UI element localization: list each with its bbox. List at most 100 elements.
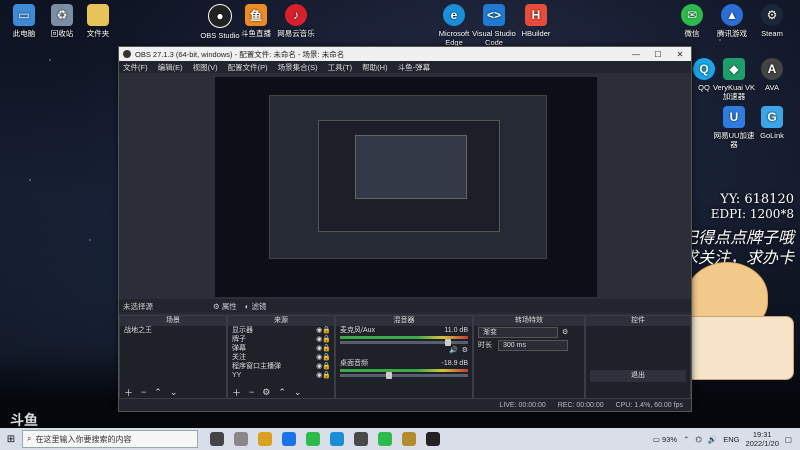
edpi-overlay: EDPI: 1200*8 (710, 207, 794, 221)
system-tray: ▭ 93% ⌃ ⌬ 🔊 ENG 19:31 2022/1/20 ▢ (653, 430, 800, 448)
remove-icon[interactable]: − (141, 387, 146, 397)
desktop-icon-netease-music[interactable]: ♪ 网易云音乐 (272, 4, 320, 38)
transition-header: 转场特效 (474, 316, 584, 326)
mixer-dock: 混音器 麦克风/Aux 11.0 dB 🔊 ⚙ 桌面音频 -18.9 dB (335, 315, 473, 399)
menu-edit[interactable]: 编辑(E) (158, 62, 183, 73)
duration-input[interactable]: 300 ms (498, 340, 568, 351)
netease-music-icon: ♪ (285, 4, 307, 26)
mixer-channel-desktop: 桌面音频 -18.9 dB (340, 360, 468, 367)
taskbar-search[interactable]: ⌕ 在这里输入你要搜索的内容 (22, 430, 198, 448)
eye-icon[interactable]: ◉🔒 (316, 362, 331, 371)
obs-app-icon (123, 50, 131, 58)
minimize-icon[interactable]: — (625, 50, 647, 59)
eye-icon[interactable]: ◉🔒 (316, 344, 331, 353)
source-item[interactable]: 弹幕 ◉🔒 (228, 344, 334, 353)
volume-icon[interactable]: 🔊 (708, 435, 717, 444)
menu-help[interactable]: 帮助(H) (362, 62, 387, 73)
move-up-icon[interactable]: ⌃ (278, 387, 286, 398)
nested-preview-1 (269, 95, 547, 259)
eye-icon[interactable]: ◉🔒 (316, 353, 331, 362)
taskbar-apps (210, 432, 440, 446)
game-icon: ▲ (721, 4, 743, 26)
eye-icon[interactable]: ◉🔒 (316, 326, 331, 335)
eye-icon[interactable]: ◉🔒 (316, 335, 331, 344)
properties-button[interactable]: ⚙ 属性 (213, 301, 237, 312)
obs-preview[interactable] (215, 77, 597, 297)
desktop-icon-ava[interactable]: A AVA (748, 58, 796, 92)
wechat-taskbar-icon[interactable] (378, 432, 392, 446)
obs-titlebar[interactable]: OBS 27.1.3 (64-bit, windows) - 配置文件: 未命名… (119, 47, 691, 61)
menu-tools[interactable]: 工具(T) (328, 62, 353, 73)
menu-file[interactable]: 文件(F) (123, 62, 148, 73)
source-item[interactable]: 程序窗口主播弹 ◉🔒 (228, 362, 334, 371)
add-icon[interactable]: ＋ (232, 386, 241, 399)
no-source-selected: 未选择源 (123, 301, 153, 311)
sources-dock: 来源 显示器 ◉🔒 牌子 ◉🔒 弹幕 ◉🔒 关注 ◉🔒 程序窗口主播弹 ◉🔒 YY ◉🔒 ＋… (227, 315, 335, 399)
menu-profile[interactable]: 配置文件(P) (228, 62, 268, 73)
desktop-icon-steam[interactable]: ⚙ Steam (748, 4, 796, 38)
duration-label: 时长 (478, 342, 492, 349)
maximize-icon[interactable]: ☐ (647, 50, 669, 59)
obs-taskbar-icon[interactable] (426, 432, 440, 446)
add-icon[interactable]: ＋ (124, 386, 133, 399)
steam-icon: ⚙ (761, 4, 783, 26)
notification-icon[interactable]: ▢ (785, 435, 792, 444)
desktop-volume-slider[interactable] (340, 372, 468, 379)
move-down-icon[interactable]: ⌄ (294, 387, 302, 398)
source-item[interactable]: 关注 ◉🔒 (228, 353, 334, 362)
eye-icon[interactable]: ◉🔒 (316, 371, 331, 380)
desktop-icon-folder[interactable]: 文件夹 (74, 4, 122, 38)
remove-icon[interactable]: − (249, 387, 254, 397)
gear-icon[interactable]: ⚙ (262, 387, 270, 398)
desktop-icon-hbuilder[interactable]: H HBuilder (512, 4, 560, 38)
network-icon[interactable]: ⌬ (695, 435, 702, 444)
gear-icon[interactable]: ⚙ (562, 328, 568, 337)
source-item[interactable]: YY ◉🔒 (228, 371, 334, 380)
chrome-blue-icon[interactable] (282, 432, 296, 446)
douyu-watermark: 斗鱼 (10, 413, 38, 428)
scenes-dock: 场景 战地之王 ＋ − ⌃ ⌄ (119, 315, 227, 399)
chevron-up-icon[interactable]: ⌃ (683, 435, 689, 444)
obs-window-title: OBS 27.1.3 (64-bit, windows) - 配置文件: 未命名… (135, 49, 345, 59)
nested-preview-2 (318, 120, 500, 232)
menu-douyu-danmaku[interactable]: 斗鱼-弹幕 (398, 62, 431, 73)
mic-volume-slider[interactable] (340, 339, 468, 346)
menu-view[interactable]: 视图(V) (193, 62, 218, 73)
windows-start-icon[interactable]: ⊞ (0, 428, 22, 450)
edge-taskbar-icon[interactable] (330, 432, 344, 446)
folder-icon (87, 4, 109, 26)
exit-button[interactable]: 退出 (590, 370, 686, 382)
sources-header: 来源 (228, 316, 334, 326)
scene-item[interactable]: 战地之王 (120, 326, 226, 335)
source-controls: ＋ − ⚙ ⌃ ⌄ (228, 386, 334, 398)
clock[interactable]: 19:31 2022/1/20 (746, 430, 779, 448)
battery-icon[interactable]: ▭ 93% (653, 435, 677, 444)
transition-select[interactable]: 渐变 ⚙ (474, 327, 584, 338)
move-up-icon[interactable]: ⌃ (154, 387, 162, 398)
obs-window[interactable]: OBS 27.1.3 (64-bit, windows) - 配置文件: 未命名… (118, 46, 692, 412)
language-indicator[interactable]: ENG (723, 435, 739, 444)
hbuilder-icon: H (525, 4, 547, 26)
files-icon[interactable] (258, 432, 272, 446)
vscode-icon: <> (483, 4, 505, 26)
close-icon[interactable]: ✕ (669, 50, 691, 59)
menu-scene-collection[interactable]: 场景集合(S) (278, 62, 318, 73)
task-view-icon[interactable] (210, 432, 224, 446)
grid-app-icon[interactable] (234, 432, 248, 446)
live-time: LIVE: 00:00:00 (499, 401, 546, 409)
rec-time: REC: 00:00:00 (557, 401, 604, 409)
game-taskbar-icon[interactable] (354, 432, 368, 446)
source-item[interactable]: 牌子 ◉🔒 (228, 335, 334, 344)
desktop-icon-vscode[interactable]: <> Visual Studio Code (470, 4, 518, 47)
media-icon[interactable] (402, 432, 416, 446)
green-app-icon[interactable] (306, 432, 320, 446)
move-down-icon[interactable]: ⌄ (170, 387, 178, 398)
desktop-icon-golink[interactable]: G GoLink (748, 106, 796, 140)
gear-icon[interactable]: ⚙ (462, 346, 468, 355)
filters-button[interactable]: ◐ 滤镜 (245, 301, 267, 312)
source-item[interactable]: 显示器 ◉🔒 (228, 326, 334, 335)
nested-preview-3 (355, 135, 467, 199)
source-toolbar: 未选择源 ⚙ 属性 ◐ 滤镜 (119, 299, 691, 313)
obs-statusbar: LIVE: 00:00:00 REC: 00:00:00 CPU: 1.4%, … (119, 399, 691, 411)
speaker-icon[interactable]: 🔊 (449, 346, 458, 355)
